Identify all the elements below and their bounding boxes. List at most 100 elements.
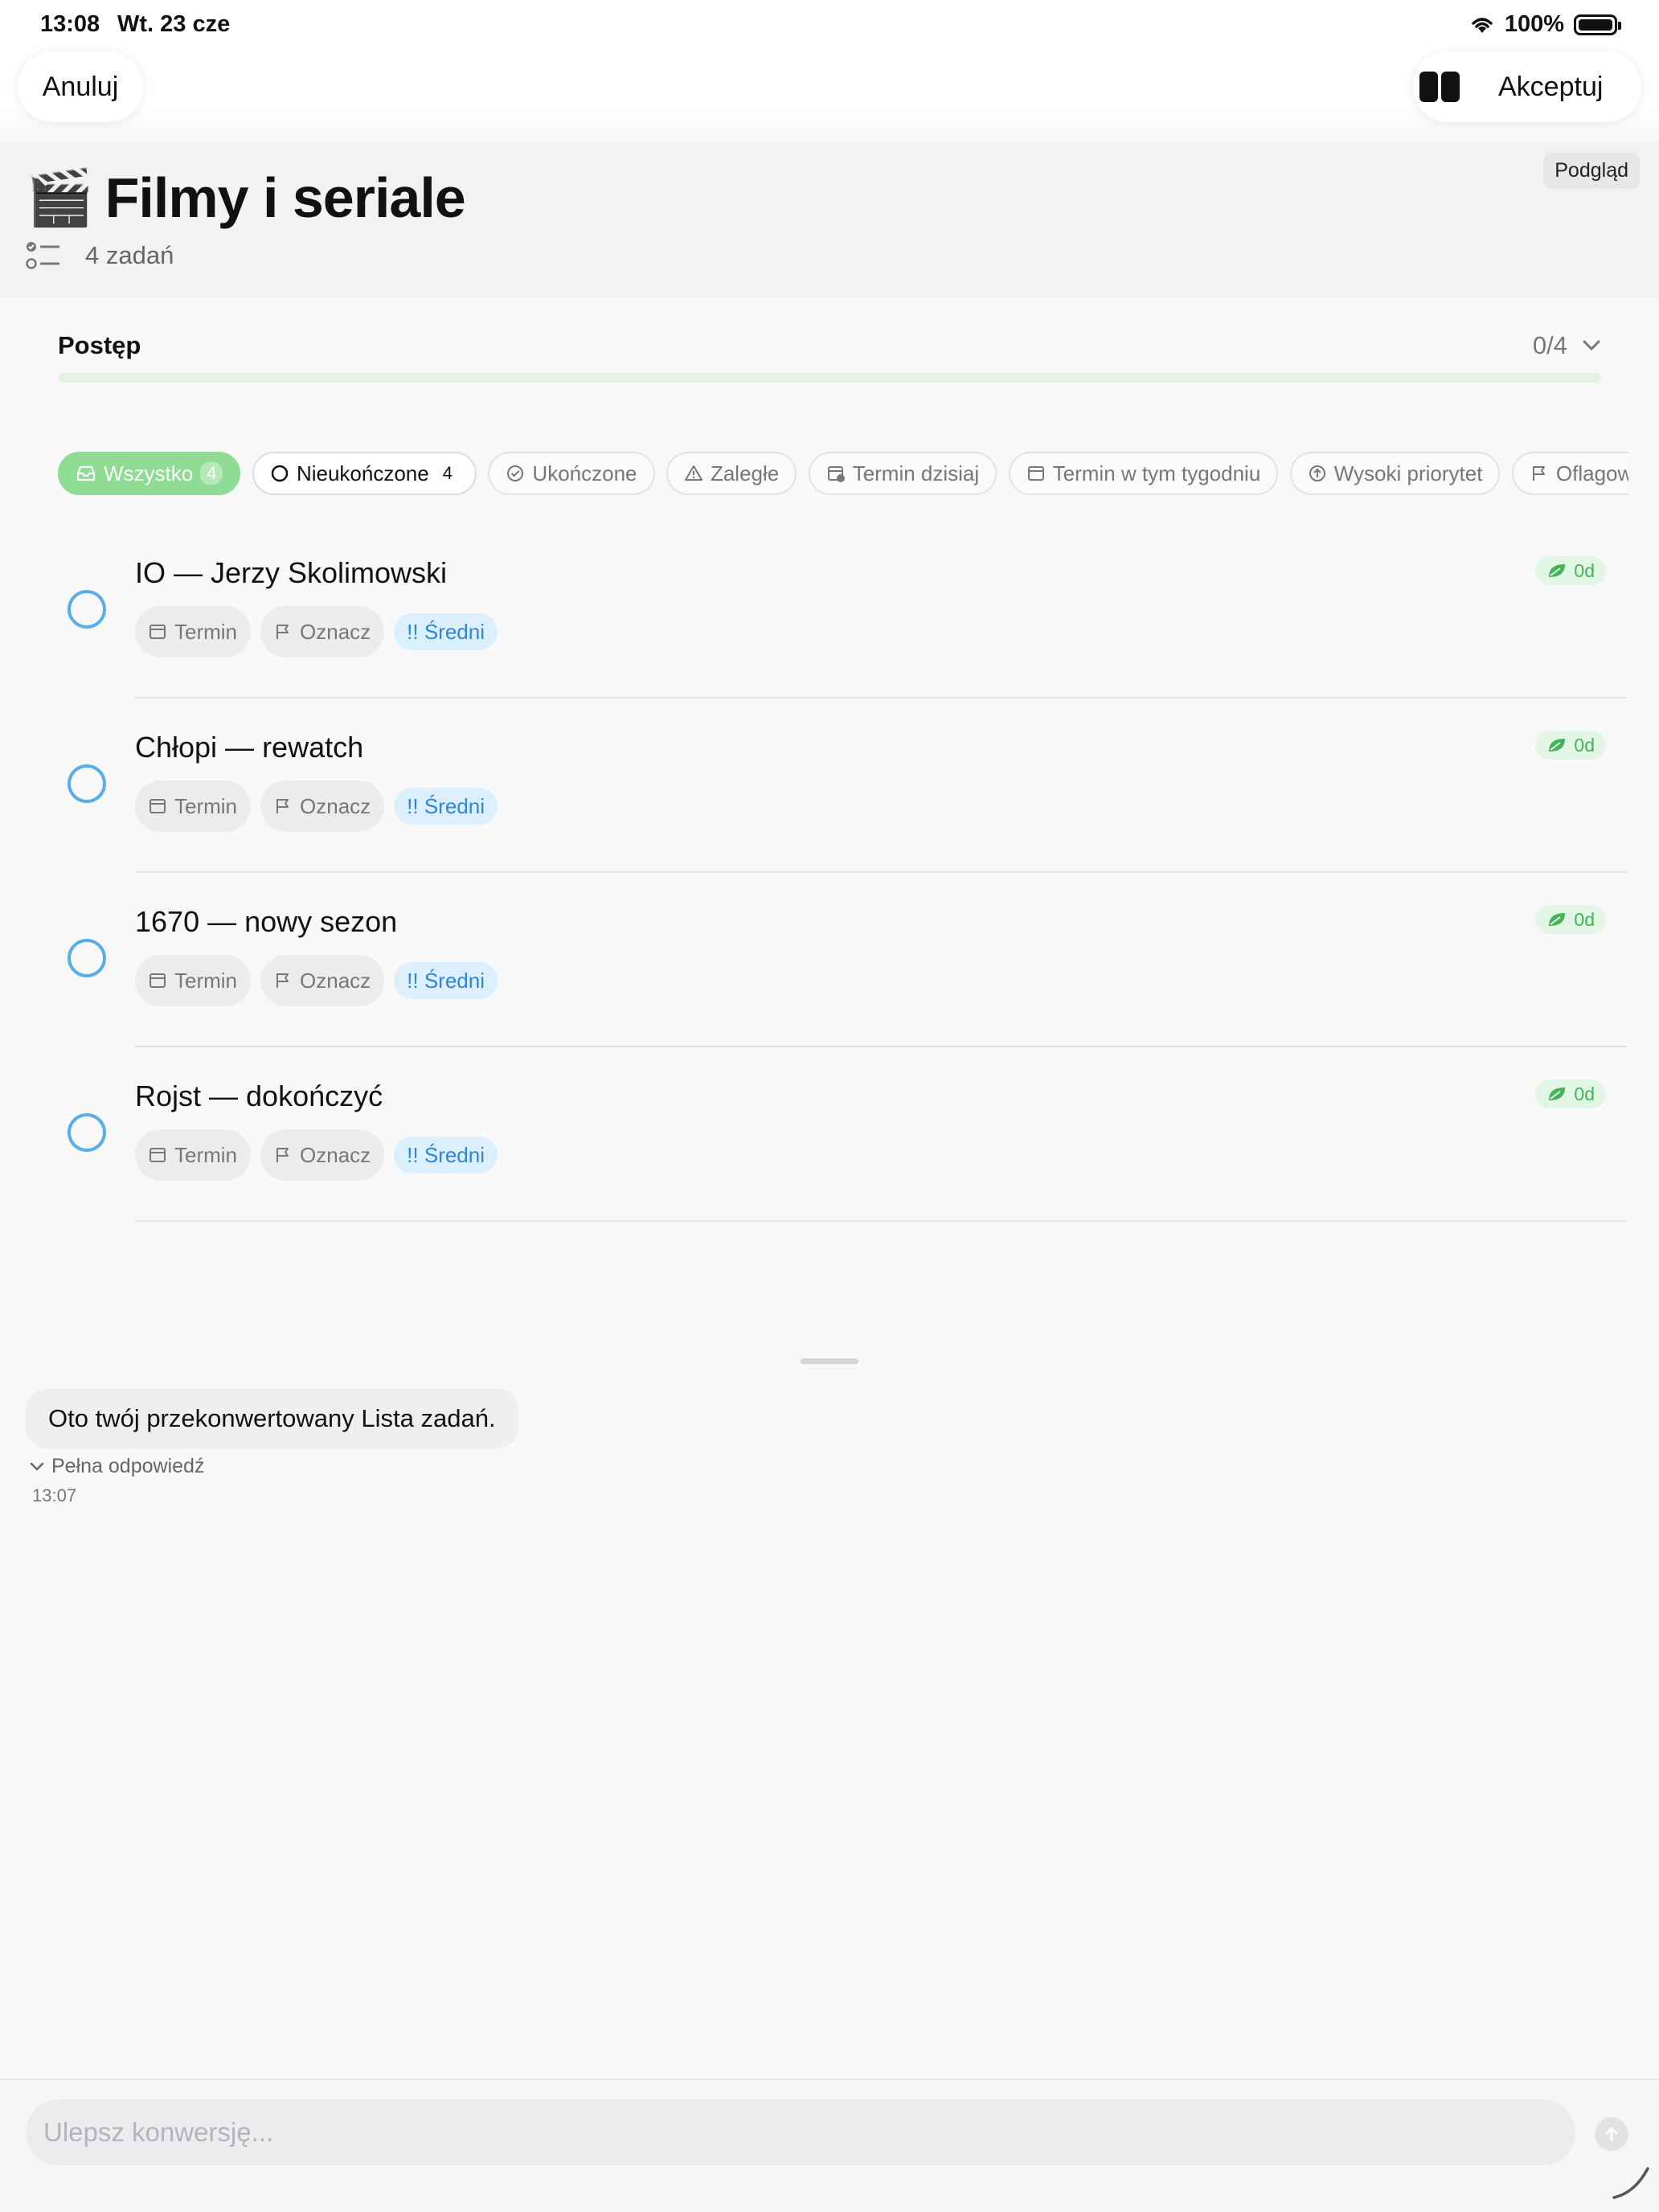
due-date-label: Termin xyxy=(174,968,238,993)
age-badge: 0d xyxy=(1535,905,1606,934)
task-checkbox[interactable] xyxy=(68,939,106,977)
preview-badge[interactable]: Podgląd xyxy=(1543,153,1640,189)
wifi-icon xyxy=(1472,17,1493,33)
age-value: 0d xyxy=(1574,1083,1595,1104)
flag-label: Oznacz xyxy=(300,793,371,818)
progress-bar xyxy=(58,373,1601,383)
title-row: 🎬 Filmy i seriale xyxy=(26,166,466,230)
task-checkbox[interactable] xyxy=(68,1113,106,1152)
refine-input[interactable] xyxy=(26,2099,1575,2165)
filter-label: Termin w tym tygodniu xyxy=(1052,461,1261,485)
flag-button[interactable]: Oznacz xyxy=(260,955,385,1006)
resize-corner-icon xyxy=(1612,2167,1649,2199)
filter-chip-incomplete[interactable]: Nieukończone 4 xyxy=(252,452,477,495)
full-answer-toggle[interactable]: Pełna odpowiedź xyxy=(29,1455,204,1478)
filter-label: Ukończone xyxy=(532,461,637,485)
filter-chip-due-today[interactable]: Termin dzisiaj xyxy=(808,452,997,495)
progress-section[interactable]: Postęp 0/4 xyxy=(58,331,1601,383)
task-checkbox[interactable] xyxy=(68,590,106,629)
due-date-label: Termin xyxy=(174,1142,238,1167)
send-button[interactable] xyxy=(1595,2117,1628,2151)
filter-label: Zaległe xyxy=(710,461,780,485)
status-date: Wt. 23 cze xyxy=(117,11,231,37)
flag-label: Oznacz xyxy=(300,619,371,644)
task-row[interactable]: 1670 — nowy sezon Termin Oznacz !! Średn… xyxy=(0,873,1659,1047)
filter-chip-all[interactable]: Wszystko 4 xyxy=(58,452,241,495)
flag-icon xyxy=(276,1148,289,1162)
task-title[interactable]: Rojst — dokończyć xyxy=(135,1079,383,1113)
due-date-button[interactable]: Termin xyxy=(135,955,252,1006)
accept-button[interactable]: Akceptuj xyxy=(1498,72,1603,103)
top-navigation: Anuluj Akceptuj xyxy=(0,51,1659,141)
due-date-button[interactable]: Termin xyxy=(135,780,252,832)
page-title: Filmy i seriale xyxy=(104,166,466,229)
task-title[interactable]: 1670 — nowy sezon xyxy=(135,905,397,939)
due-date-button[interactable]: Termin xyxy=(135,606,252,657)
flag-icon xyxy=(276,799,289,813)
filter-label: Nieukończone xyxy=(296,461,429,485)
battery-icon xyxy=(1574,14,1621,35)
composer xyxy=(0,2079,1659,2212)
priority-badge[interactable]: !! Średni xyxy=(394,962,498,999)
task-tags: Termin Oznacz !! Średni xyxy=(135,780,498,832)
tray-icon xyxy=(76,465,96,481)
nav-right-group: Akceptuj xyxy=(1413,51,1641,122)
chevron-down-icon xyxy=(30,1462,44,1471)
age-value: 0d xyxy=(1574,908,1595,930)
filter-label: Termin dzisiaj xyxy=(852,461,980,485)
age-badge: 0d xyxy=(1535,731,1606,760)
status-time: 13:08 xyxy=(40,11,100,37)
filter-chips: Wszystko 4 Nieukończone 4 Ukończone Zale… xyxy=(58,452,1628,497)
age-value: 0d xyxy=(1574,559,1595,581)
due-date-button[interactable]: Termin xyxy=(135,1129,252,1181)
due-date-label: Termin xyxy=(174,619,238,644)
priority-badge[interactable]: !! Średni xyxy=(394,788,498,825)
task-title[interactable]: Chłopi — rewatch xyxy=(135,731,363,764)
arrow-up-circle-icon xyxy=(1309,465,1325,481)
checklist-icon xyxy=(26,242,59,269)
battery-percent: 100% xyxy=(1504,11,1564,37)
sheet-drag-handle[interactable] xyxy=(801,1358,858,1364)
filter-count: 4 xyxy=(200,462,223,485)
task-tags: Termin Oznacz !! Średni xyxy=(135,606,498,657)
calendar-clock-icon xyxy=(827,466,845,482)
age-value: 0d xyxy=(1574,734,1595,756)
flag-button[interactable]: Oznacz xyxy=(260,1129,385,1181)
task-title[interactable]: IO — Jerzy Skolimowski xyxy=(135,556,447,590)
filter-chip-high-priority[interactable]: Wysoki priorytet xyxy=(1289,452,1501,495)
split-view-icon[interactable] xyxy=(1419,72,1460,102)
assistant-message: Oto twój przekonwertowany Lista zadań. xyxy=(26,1389,518,1448)
flag-label: Oznacz xyxy=(300,1142,371,1167)
filter-chip-overdue[interactable]: Zaległe xyxy=(666,452,797,495)
warning-icon xyxy=(684,465,703,481)
calendar-icon xyxy=(150,625,166,639)
flag-label: Oznacz xyxy=(300,968,371,993)
circle-icon xyxy=(271,465,289,482)
full-answer-label: Pełna odpowiedź xyxy=(51,1455,205,1477)
task-row[interactable]: IO — Jerzy Skolimowski Termin Oznacz !! … xyxy=(0,524,1659,698)
age-badge: 0d xyxy=(1535,556,1606,585)
task-row[interactable]: Rojst — dokończyć Termin Oznacz !! Średn… xyxy=(0,1047,1659,1222)
leaf-icon xyxy=(1549,564,1566,577)
filter-label: Wszystko xyxy=(104,461,194,485)
leaf-icon xyxy=(1549,913,1566,926)
priority-badge[interactable]: !! Średni xyxy=(394,1137,498,1174)
chevron-down-icon[interactable] xyxy=(1582,339,1601,352)
leaf-icon xyxy=(1549,1088,1566,1100)
check-circle-icon xyxy=(507,465,524,481)
cancel-button[interactable]: Anuluj xyxy=(18,51,143,122)
task-row[interactable]: Chłopi — rewatch Termin Oznacz !! Średni… xyxy=(0,698,1659,873)
age-badge: 0d xyxy=(1535,1079,1606,1108)
filter-chip-due-this-week[interactable]: Termin w tym tygodniu xyxy=(1008,452,1279,495)
flag-button[interactable]: Oznacz xyxy=(260,780,385,832)
progress-label: Postęp xyxy=(58,331,141,359)
calendar-icon xyxy=(150,1148,166,1162)
priority-badge[interactable]: !! Średni xyxy=(394,613,498,650)
message-time: 13:07 xyxy=(32,1485,77,1505)
progress-value: 0/4 xyxy=(1533,331,1601,360)
task-checkbox[interactable] xyxy=(68,764,106,803)
filter-chip-flagged[interactable]: Oflagowane xyxy=(1511,452,1628,495)
filter-chip-completed[interactable]: Ukończone xyxy=(488,452,655,495)
due-date-label: Termin xyxy=(174,793,238,818)
flag-button[interactable]: Oznacz xyxy=(260,606,385,657)
